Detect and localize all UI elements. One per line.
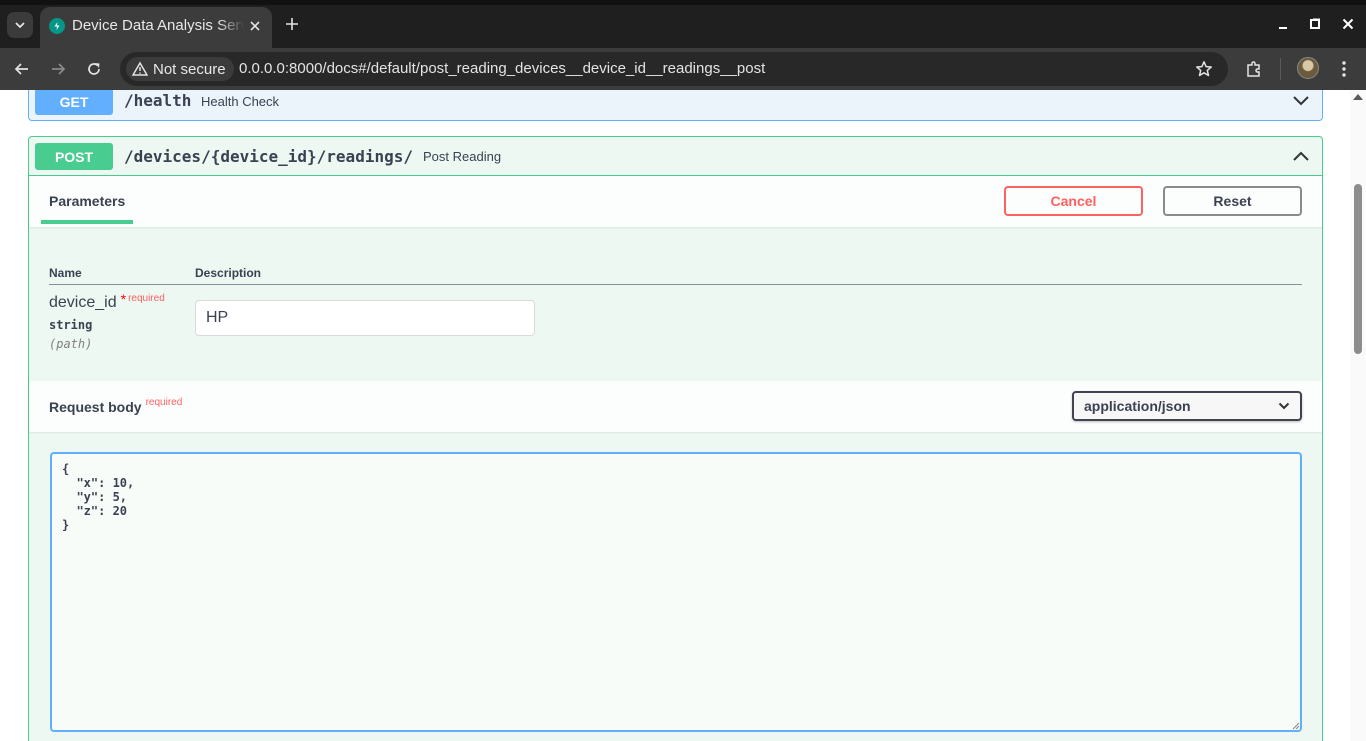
get-method-badge: GET (35, 90, 113, 115)
reset-button[interactable]: Reset (1163, 186, 1302, 216)
get-path: /health (124, 91, 192, 110)
forward-arrow-icon[interactable] (47, 58, 69, 80)
page-scrollbar[interactable] (1350, 90, 1366, 741)
bookmark-star-icon[interactable] (1194, 59, 1214, 79)
content-type-value: application/json (1084, 398, 1191, 414)
post-summary: Post Reading (423, 149, 502, 164)
post-path: /devices/{device_id}/readings/ (124, 147, 413, 166)
fastapi-favicon-icon (49, 18, 65, 34)
tab-parameters[interactable]: Parameters (49, 193, 125, 209)
required-star: * (120, 291, 127, 307)
not-secure-label: Not secure (153, 60, 226, 78)
window-top-edge (0, 0, 1366, 5)
maximize-icon[interactable] (1307, 16, 1323, 32)
active-tab-underline (41, 220, 133, 224)
minimize-icon[interactable] (1275, 16, 1291, 32)
browser-toolbar: Not secure 0.0.0.0:8000/docs#/default/po… (0, 48, 1366, 90)
extensions-puzzle-icon[interactable] (1243, 58, 1265, 80)
back-arrow-icon[interactable] (11, 58, 33, 80)
table-header-divider (49, 284, 1302, 285)
browser-tab-active[interactable]: Device Data Analysis Service (40, 7, 272, 48)
tab-search-button[interactable] (7, 12, 33, 38)
required-label: required (128, 293, 165, 304)
parameter-name-text: device_id (49, 294, 117, 311)
post-method-badge: POST (35, 143, 113, 170)
resize-grip-icon[interactable] (1290, 720, 1300, 730)
content-type-select[interactable]: application/json (1072, 391, 1302, 421)
browser-title-bar: Device Data Analysis Service (0, 0, 1366, 48)
url-text[interactable]: 0.0.0.0:8000/docs#/default/post_reading_… (239, 60, 765, 77)
kebab-menu-icon[interactable] (1333, 58, 1355, 80)
get-summary: Health Check (201, 94, 280, 109)
parameter-type: string (49, 318, 93, 332)
request-body-editor[interactable] (50, 452, 1302, 732)
name-column-header: Name (49, 266, 82, 280)
request-body-header: Request body required application/json (29, 381, 1322, 432)
new-tab-plus-icon[interactable] (282, 14, 302, 34)
chevron-down-icon (1278, 402, 1290, 410)
tab-title: Device Data Analysis Service (72, 17, 244, 34)
toolbar-separator (1280, 58, 1281, 80)
parameter-name: device_id * required (49, 291, 165, 312)
security-chip[interactable]: Not secure (126, 57, 234, 81)
request-body-title-text: Request body (49, 399, 142, 415)
profile-avatar[interactable] (1297, 57, 1319, 79)
tab-close-icon[interactable] (246, 17, 264, 35)
cancel-button[interactable]: Cancel (1004, 186, 1143, 216)
scrollbar-thumb[interactable] (1354, 184, 1362, 354)
warning-triangle-icon (132, 61, 148, 76)
scroll-up-arrow-icon[interactable] (1353, 94, 1363, 100)
parameters-header: Parameters Cancel Reset (29, 176, 1322, 227)
chevron-up-icon[interactable] (1291, 146, 1311, 166)
get-health-operation[interactable]: GET /health Health Check (28, 90, 1323, 121)
reload-icon[interactable] (83, 58, 105, 80)
close-window-icon[interactable] (1340, 16, 1356, 32)
description-column-header: Description (195, 266, 262, 280)
device-id-input[interactable] (195, 300, 535, 336)
request-body-required-label: required (145, 397, 183, 408)
address-bar[interactable]: Not secure 0.0.0.0:8000/docs#/default/po… (120, 52, 1228, 86)
chevron-down-icon[interactable] (1291, 90, 1311, 110)
post-operation-summary[interactable]: POST /devices/{device_id}/readings/ Post… (29, 137, 1322, 176)
page-viewport: GET /health Health Check POST /devices/{… (0, 90, 1366, 741)
request-body-title: Request body required (49, 397, 183, 415)
post-reading-operation: POST /devices/{device_id}/readings/ Post… (28, 136, 1323, 741)
chevron-down-icon (15, 22, 25, 29)
parameter-location: (path) (49, 337, 93, 351)
